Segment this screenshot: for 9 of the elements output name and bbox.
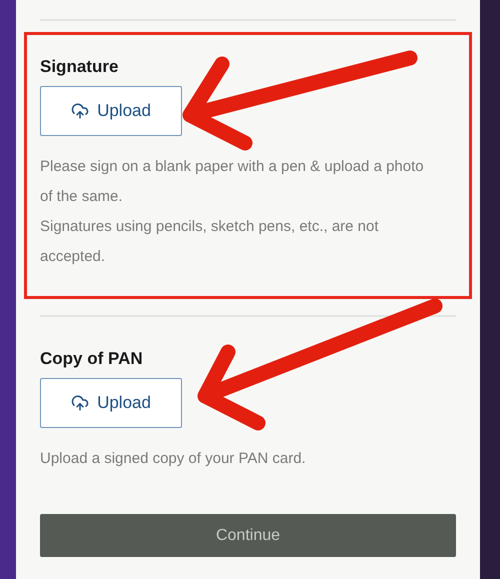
help-text: Please sign on a blank paper with a pen & upload a photo of the same. xyxy=(40,157,425,207)
upload-button[interactable]: Upload xyxy=(40,378,182,428)
upload-icon xyxy=(71,394,90,412)
help-text: Signatures using pencils, sketch pens, etc., are not accepted. xyxy=(40,217,380,267)
upload-icon xyxy=(71,102,90,120)
help-text: Upload a signed copy of your PAN card. xyxy=(40,449,307,469)
section-title: Copy of PAN xyxy=(40,348,143,370)
upload-button[interactable]: Upload xyxy=(40,86,182,136)
section-title: Signature xyxy=(40,56,118,78)
